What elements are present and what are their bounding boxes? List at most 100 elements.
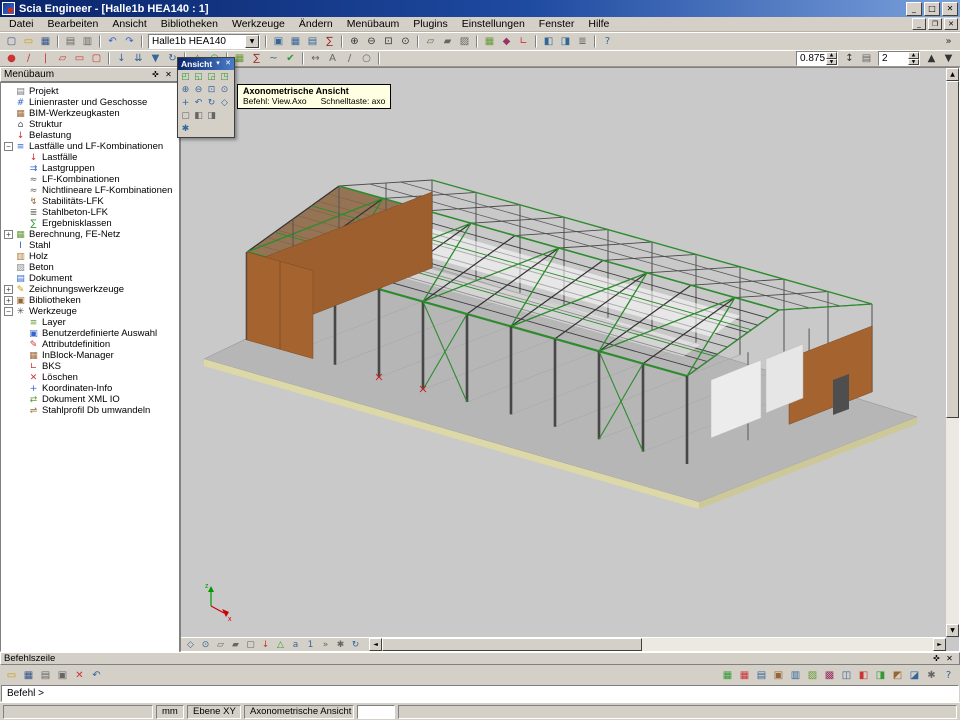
new-icon[interactable]: ▢ xyxy=(3,34,20,49)
tree-expander[interactable]: + xyxy=(4,296,13,305)
tree-item[interactable]: ↯ Stabilitäts-LFK xyxy=(4,196,178,207)
tree-item[interactable]: ≣ Stahlbeton-LFK xyxy=(4,207,178,218)
open-icon[interactable]: ▭ xyxy=(20,34,37,49)
view-direction-icon[interactable]: ◇ xyxy=(183,638,198,651)
dimension-icon[interactable]: ↔ xyxy=(307,51,324,66)
tree-item[interactable]: ≈ LF-Kombinationen xyxy=(4,174,178,185)
tree-item[interactable]: ⇄ Dokument XML IO xyxy=(4,394,178,405)
shaded-icon[interactable]: ▰ xyxy=(439,34,456,49)
tree-expander[interactable]: + xyxy=(4,285,13,294)
toolbar-separator[interactable] xyxy=(594,35,596,48)
tools-2-icon[interactable]: ◧ xyxy=(855,668,872,683)
toolbar-separator[interactable] xyxy=(417,35,419,48)
cmd-clear-icon[interactable]: ✕ xyxy=(71,668,88,683)
tree-expander[interactable] xyxy=(17,395,26,404)
menu-item-aendern[interactable]: Ändern xyxy=(292,18,340,30)
save-icon[interactable]: ▦ xyxy=(37,34,54,49)
tree-item[interactable]: ▣ Benutzerdefinierte Auswahl xyxy=(4,328,178,339)
grid-icon[interactable]: ▦ xyxy=(481,34,498,49)
zoom-factor-spinner[interactable]: 0.875 ▲ ▼ xyxy=(796,51,838,66)
zoom-mode-icon[interactable]: ⊙ xyxy=(198,638,213,651)
gallery-icon[interactable]: ▤ xyxy=(753,668,770,683)
toolbar-separator[interactable] xyxy=(265,35,267,48)
node-icon[interactable]: ● xyxy=(3,51,20,66)
view-top-icon[interactable]: ◰ xyxy=(179,70,192,83)
horizontal-scroll-track[interactable] xyxy=(642,638,933,651)
tree-item[interactable]: ▥ Holz xyxy=(4,251,178,262)
menu-item-werkzeuge[interactable]: Werkzeuge xyxy=(225,18,292,30)
perspective-icon[interactable]: ◇ xyxy=(218,96,231,109)
tools-5-icon[interactable]: ◪ xyxy=(906,668,923,683)
tree-expander[interactable] xyxy=(17,197,26,206)
view-settings-icon[interactable]: ✱ xyxy=(179,122,192,135)
scale-view-icon[interactable]: ↕ xyxy=(841,51,858,66)
regenerate-icon[interactable]: ↻ xyxy=(348,638,363,651)
beam-icon[interactable]: ∕ xyxy=(20,51,37,66)
menu-item-fenster[interactable]: Fenster xyxy=(532,18,582,30)
view-front-icon[interactable]: ◱ xyxy=(192,70,205,83)
layer-manager-icon[interactable]: ≣ xyxy=(574,34,591,49)
show-loads-icon[interactable]: ↓ xyxy=(258,638,273,651)
tree-expander[interactable]: + xyxy=(4,230,13,239)
tree-expander[interactable] xyxy=(17,373,26,382)
tree-expander[interactable] xyxy=(17,351,26,360)
tree-item[interactable]: ▨ Beton xyxy=(4,262,178,273)
command-input[interactable]: Befehl > xyxy=(1,685,959,702)
menu-item-datei[interactable]: Datei xyxy=(2,18,41,30)
tree-expander[interactable] xyxy=(4,87,13,96)
menu-item-einstellungen[interactable]: Einstellungen xyxy=(455,18,532,30)
cmd-copy-icon[interactable]: ▣ xyxy=(54,668,71,683)
vertical-scrollbar[interactable]: ▲ ▼ xyxy=(946,68,959,637)
tree-expander[interactable] xyxy=(4,263,13,272)
tree-item[interactable]: ∟ BKS xyxy=(4,361,178,372)
wireframe-icon[interactable]: ▱ xyxy=(422,34,439,49)
document-icon[interactable]: ▤ xyxy=(304,34,321,49)
tree-expander[interactable] xyxy=(17,153,26,162)
tree-expander[interactable] xyxy=(17,340,26,349)
tree-item[interactable]: ↓ Belastung xyxy=(4,130,178,141)
tree-item[interactable]: + Koordinaten-Info xyxy=(4,383,178,394)
tree-expander[interactable] xyxy=(4,120,13,129)
tree-expander[interactable] xyxy=(17,384,26,393)
previous-view-icon[interactable]: ↶ xyxy=(192,96,205,109)
undo-icon[interactable]: ↶ xyxy=(104,34,121,49)
tree-expander[interactable] xyxy=(4,241,13,250)
cmd-close-icon[interactable]: ✕ xyxy=(943,653,956,665)
model-viewport[interactable]: z x ▲ ▼ ◇⊙▱▰▢↓△a1»✱↻ ◄ ► xyxy=(180,67,960,652)
ansicht-close-icon[interactable]: ✕ xyxy=(223,59,233,69)
tree-item[interactable]: ↓ Lastfälle xyxy=(4,152,178,163)
tree-expander[interactable] xyxy=(4,252,13,261)
render-surface-icon[interactable]: ▰ xyxy=(228,638,243,651)
show-supports-icon[interactable]: △ xyxy=(273,638,288,651)
tree-item[interactable]: ▦ InBlock-Manager xyxy=(4,350,178,361)
tree-expander[interactable] xyxy=(17,186,26,195)
opening-icon[interactable]: ▢ xyxy=(88,51,105,66)
horizontal-scrollbar[interactable]: ◄ ► xyxy=(369,638,946,651)
redo-icon[interactable]: ↷ xyxy=(121,34,138,49)
mdi-minimize-button[interactable]: _ xyxy=(912,18,926,30)
tree-item[interactable]: + ▦ Berechnung, FE-Netz xyxy=(4,229,178,240)
wall-icon[interactable]: ▭ xyxy=(71,51,88,66)
status-edit-box[interactable] xyxy=(357,705,395,719)
tree-expander[interactable]: − xyxy=(4,307,13,316)
toolbar-separator[interactable] xyxy=(99,35,101,48)
zoom-window-icon[interactable]: ⊡ xyxy=(380,34,397,49)
column-icon[interactable]: | xyxy=(37,51,54,66)
tree-expander[interactable] xyxy=(17,208,26,217)
cmd-print-icon[interactable]: ▤ xyxy=(37,668,54,683)
tree-expander[interactable] xyxy=(4,274,13,283)
tree-item[interactable]: ✎ Attributdefinition xyxy=(4,339,178,350)
scroll-right-button[interactable]: ► xyxy=(933,638,946,651)
palette-zoom-in-icon[interactable]: ⊕ xyxy=(179,83,192,96)
palette-zoom-all-icon[interactable]: ⊙ xyxy=(218,83,231,96)
snap-icon[interactable]: ◆ xyxy=(498,34,515,49)
tree-item[interactable]: # Linienraster und Geschosse xyxy=(4,97,178,108)
toolbar-separator[interactable] xyxy=(141,35,143,48)
steel-check-icon[interactable]: ✔ xyxy=(282,51,299,66)
cmd-save-icon[interactable]: ▦ xyxy=(20,668,37,683)
view-axo-icon[interactable]: ◳ xyxy=(218,70,231,83)
cmd-pin-icon[interactable]: ✜ xyxy=(930,653,943,665)
zoom-out-icon[interactable]: ⊖ xyxy=(363,34,380,49)
tools-1-icon[interactable]: ◫ xyxy=(838,668,855,683)
fast-redraw-icon[interactable]: » xyxy=(318,638,333,651)
